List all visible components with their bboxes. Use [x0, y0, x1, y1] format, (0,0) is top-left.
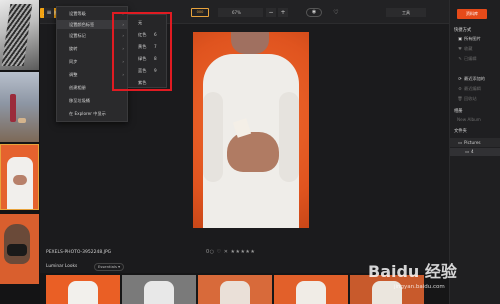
- thumbnail-street[interactable]: [0, 72, 39, 142]
- menu-item-label: 调整: [69, 72, 78, 77]
- left-thumbnail-strip: [0, 0, 40, 304]
- menu-item-label: 同步: [69, 59, 78, 64]
- rating-row[interactable]: 0○ ♡ ✕ ★★★★★: [206, 249, 255, 255]
- menu-item-label: 在 Explorer 中显示: [69, 111, 106, 116]
- menu-item-label: 移至垃圾桶: [69, 98, 90, 103]
- folder-icon: ▭: [458, 140, 462, 145]
- quick-item-recently-added[interactable]: ⟳ 最近添加的: [457, 76, 485, 82]
- quick-item-label: 所有图片: [464, 36, 481, 41]
- quick-item-label: 最近添加的: [464, 76, 485, 81]
- thumbnail-masked-person[interactable]: [0, 214, 39, 284]
- luminar-looks-label: Luminar Looks: [46, 264, 78, 269]
- folder-label: Pictures: [464, 140, 481, 145]
- look-thumbnail[interactable]: [46, 275, 120, 304]
- compare-button[interactable]: 000: [191, 8, 209, 17]
- folder-4[interactable]: ▭ 4: [450, 148, 500, 156]
- folder-label: 4: [471, 149, 474, 154]
- folder-icon: ▭: [465, 149, 469, 154]
- quick-item-edited[interactable]: ✎ 已编辑: [457, 56, 477, 62]
- trash-icon: 🗑: [457, 96, 463, 101]
- menu-item-label: 创建相册: [69, 85, 86, 90]
- quick-item-label: 最近编辑: [464, 86, 481, 91]
- highlight-annotation-box: [112, 12, 172, 91]
- menu-item-move-to-trash[interactable]: 移至垃圾桶: [57, 96, 127, 105]
- look-thumbnail[interactable]: [274, 275, 348, 304]
- quick-item-all-photos[interactable]: ▣ 所有图片: [457, 36, 481, 42]
- folders-header: 文件夹: [454, 129, 467, 134]
- quick-item-label: 收藏: [464, 46, 473, 51]
- menu-item-show-in-explorer[interactable]: 在 Explorer 中显示: [57, 109, 127, 118]
- watermark-url: jingyan.baidu.com: [394, 284, 445, 290]
- essentials-dropdown[interactable]: Essentials ▾: [94, 263, 124, 271]
- quick-item-trash[interactable]: 🗑回收站: [457, 96, 477, 102]
- photos-icon: ▣: [458, 36, 462, 41]
- tools-dropdown[interactable]: 工具: [386, 8, 426, 17]
- menu-item-label: 设置等级: [69, 11, 86, 16]
- menu-item-label: 设置标记: [69, 33, 86, 38]
- eye-icon[interactable]: ◉: [306, 8, 322, 17]
- zoom-level[interactable]: 67%: [218, 8, 263, 17]
- zoom-in-button[interactable]: +: [278, 8, 288, 17]
- quick-item-recently-edited[interactable]: ⚙ 最近编辑: [457, 86, 481, 92]
- look-thumbnail[interactable]: [198, 275, 272, 304]
- heart-icon: ♥: [458, 46, 462, 51]
- thumbnail-building[interactable]: [0, 0, 39, 70]
- quick-item-label: 已编辑: [464, 56, 477, 61]
- new-album-item[interactable]: New Album: [457, 117, 481, 122]
- library-button[interactable]: 资料库: [457, 9, 487, 19]
- heart-icon[interactable]: ♡: [330, 8, 342, 17]
- quick-item-label: 回收站: [464, 96, 477, 101]
- watermark-brand: Baidu 经验: [368, 262, 457, 281]
- edit-icon: ✎: [458, 56, 462, 61]
- main-photo: [193, 32, 309, 228]
- sidebar-toggle-icon[interactable]: ≡: [44, 8, 54, 18]
- quick-item-favorites[interactable]: ♥ 收藏: [457, 46, 472, 52]
- file-name: PEXELS-PHOTO-3952248.JPG: [46, 250, 112, 255]
- look-thumbnail[interactable]: [122, 275, 196, 304]
- recent-icon: ⟳: [458, 76, 462, 81]
- menu-item-label: 旋转: [69, 46, 78, 51]
- quick-access-header: 快捷方式: [454, 28, 472, 33]
- adjust-icon: ⚙: [458, 86, 462, 91]
- menu-item-label: 设置颜色标签: [69, 22, 95, 27]
- folder-pictures[interactable]: ▭ Pictures: [450, 138, 500, 147]
- thumbnail-selected[interactable]: [0, 144, 39, 210]
- baidu-watermark: Baidu 经验 jingyan.baidu.com: [368, 254, 492, 298]
- albums-header: 相册: [454, 109, 463, 114]
- zoom-out-button[interactable]: −: [266, 8, 276, 17]
